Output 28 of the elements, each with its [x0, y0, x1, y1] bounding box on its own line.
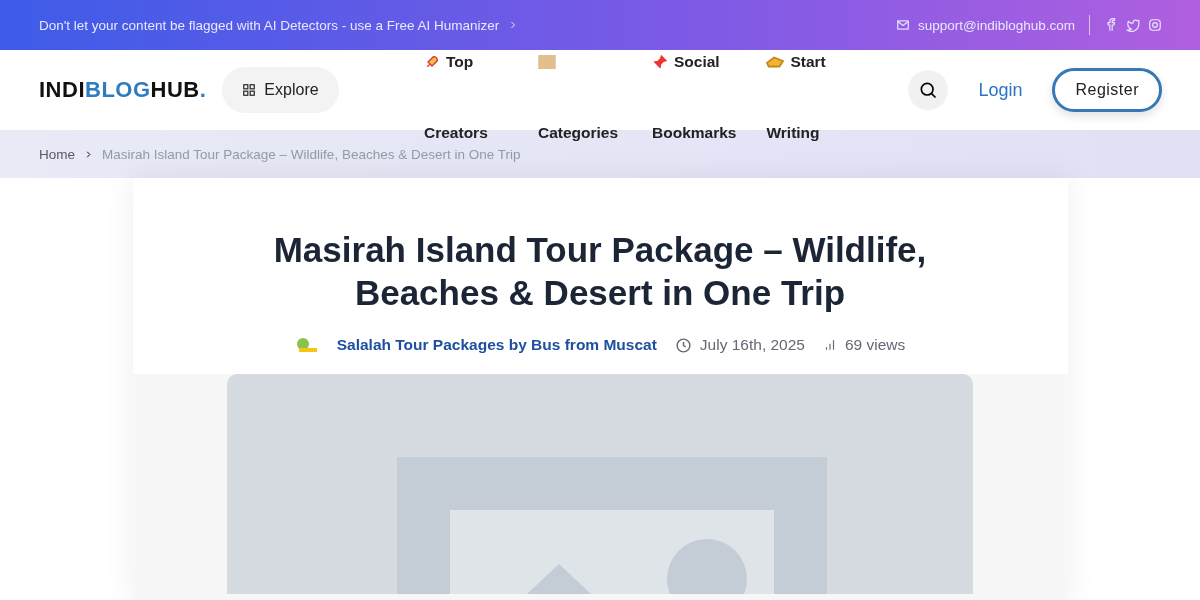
support-email[interactable]: support@indibloghub.com: [917, 17, 1075, 33]
twitter-icon: [1126, 18, 1140, 32]
search-button[interactable]: [908, 70, 949, 110]
promo-link[interactable]: Don't let your content be flagged with AI Detectors - use a Free AI Humanizer: [39, 17, 500, 33]
clock-icon: [674, 336, 692, 354]
login-link[interactable]: Login: [978, 79, 1023, 101]
nav-link[interactable]: Start Writing: [766, 52, 851, 142]
nav-link[interactable]: Social Bookmarks: [652, 52, 737, 142]
author-link[interactable]: Salalah Tour Packages by Bus from Muscat: [336, 336, 657, 354]
grid-icon: [242, 83, 257, 97]
mail-icon: [895, 18, 910, 32]
nav-link[interactable]: Categories: [538, 52, 622, 142]
logo[interactable]: INDIBLOGHUB.: [39, 77, 207, 103]
explore-button[interactable]: Explore: [222, 67, 339, 113]
article-title: Masirah Island Tour Package – Wildlife, Beaches & Desert in One Trip: [272, 229, 928, 314]
folder-icon: [538, 55, 556, 69]
pin-icon: [652, 54, 668, 70]
register-button[interactable]: Register: [1052, 68, 1162, 112]
breadcrumb-item: Masirah Island Tour Package – Wildlife, Beaches & Desert in One Trip: [102, 146, 521, 162]
breadcrumb-item[interactable]: Home: [39, 146, 75, 162]
view-count: 69 views: [845, 336, 906, 354]
facebook-icon: [1104, 18, 1118, 32]
author-avatar: [294, 336, 319, 354]
search-icon: [918, 80, 939, 100]
bar-chart-icon: [823, 338, 837, 352]
post-date: July 16th, 2025: [699, 336, 805, 354]
instagram-icon: [1148, 18, 1162, 32]
nav-link[interactable]: Top Creators: [424, 52, 508, 142]
